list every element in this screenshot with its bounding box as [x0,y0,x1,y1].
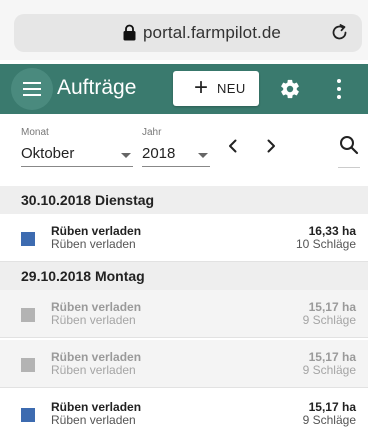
new-button-label: NEU [217,81,246,96]
filter-bar: Monat Oktober Jahr 2018 [0,114,368,186]
menu-icon-line [23,82,41,84]
menu-icon-line [23,94,41,96]
app-bar: Aufträge + NEU [0,64,368,114]
search-underline [338,167,360,168]
page-title: Aufträge [57,76,137,99]
chevron-left-icon[interactable] [223,136,243,156]
month-label: Monat [21,127,49,138]
order-area: 15,17 ha [308,400,356,414]
chevron-down-icon [198,153,208,158]
date-group-header: 30.10.2018 Dienstag [0,186,368,214]
order-title: Rüben verladen [51,224,142,238]
status-swatch [21,308,35,322]
status-swatch [21,408,35,422]
order-fields-count: 9 Schläge [302,313,356,327]
kebab-dot [337,95,341,99]
order-title: Rüben verladen [51,400,142,414]
url-text: portal.farmpilot.de [143,23,281,42]
order-subtitle: Rüben verladen [51,237,136,251]
url-bar[interactable]: portal.farmpilot.de [14,14,362,52]
gear-icon[interactable] [279,78,301,100]
year-value: 2018 [142,145,176,162]
year-label: Jahr [142,127,162,138]
order-title: Rüben verladen [51,300,142,314]
reload-icon[interactable] [330,23,350,43]
status-swatch [21,358,35,372]
order-fields-count: 9 Schläge [302,363,356,377]
order-subtitle: Rüben verladen [51,313,136,327]
plus-icon: + [194,74,209,101]
kebab-dot [337,79,341,83]
kebab-dot [337,87,341,91]
month-value: Oktober [21,145,75,162]
order-fields-count: 10 Schläge [295,237,356,251]
order-area: 15,17 ha [308,350,356,364]
group-date: 29.10.2018 Montag [21,268,145,284]
more-options-icon[interactable] [336,78,342,100]
group-date: 30.10.2018 Dienstag [21,192,155,208]
order-area: 15,17 ha [308,300,356,314]
new-button[interactable]: + NEU [173,71,259,106]
date-group-header: 29.10.2018 Montag [0,262,368,290]
menu-button[interactable] [11,68,53,110]
order-row[interactable]: Rüben verladen Rüben verladen 15,17 ha 9… [0,390,368,428]
lock-icon [123,24,136,41]
order-row[interactable]: Rüben verladen Rüben verladen 15,17 ha 9… [0,290,368,338]
year-select[interactable]: 2018 [142,143,210,167]
order-subtitle: Rüben verladen [51,363,136,377]
order-area: 16,33 ha [308,224,356,238]
status-swatch [21,232,35,246]
browser-bar: portal.farmpilot.de [0,0,368,60]
order-row[interactable]: Rüben verladen Rüben verladen 16,33 ha 1… [0,214,368,262]
chevron-right-icon[interactable] [261,136,281,156]
search-icon[interactable] [338,134,360,156]
order-fields-count: 9 Schläge [302,413,356,427]
month-select[interactable]: Oktober [21,143,133,167]
chevron-down-icon [121,153,131,158]
order-title: Rüben verladen [51,350,142,364]
order-row[interactable]: Rüben verladen Rüben verladen 15,17 ha 9… [0,340,368,388]
menu-icon-line [23,88,41,90]
order-subtitle: Rüben verladen [51,413,136,427]
